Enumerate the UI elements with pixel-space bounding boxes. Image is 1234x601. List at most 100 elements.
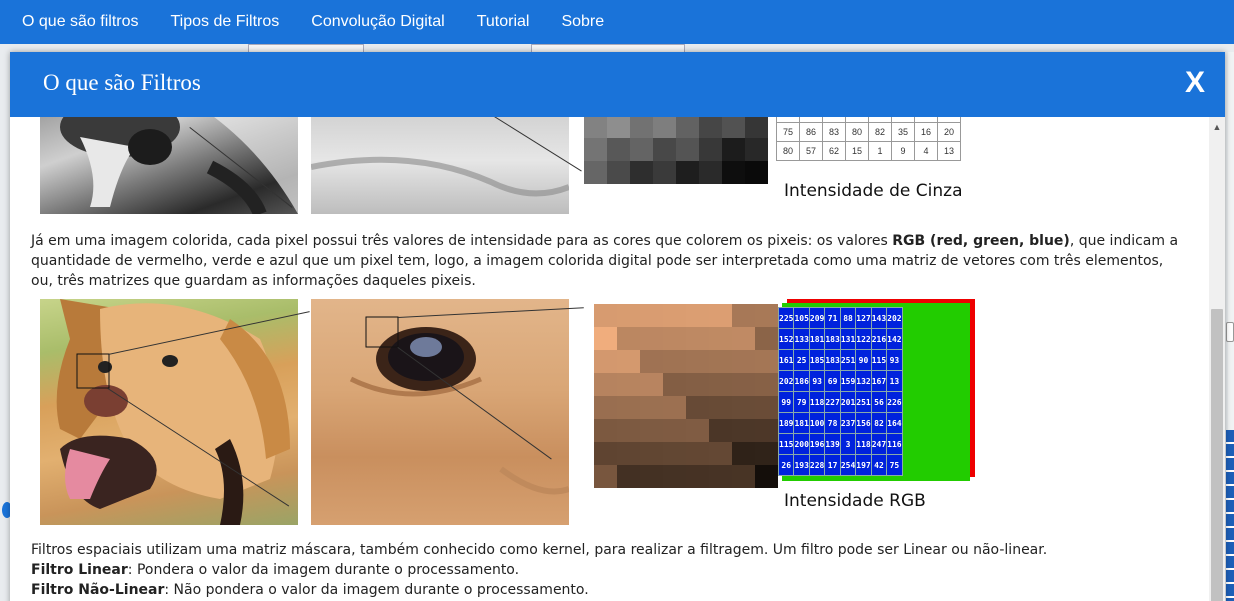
modal-scrollbar[interactable]: ▲ — [1209, 117, 1225, 601]
matrix-cell: 93 — [808, 370, 826, 392]
background-box — [248, 44, 364, 52]
matrix-cell: 202 — [777, 370, 795, 392]
color-paragraph-text: Já em uma imagem colorida, cada pixel po… — [31, 233, 893, 249]
mosaic-pixel — [617, 373, 640, 396]
matrix-cell: 80 — [845, 122, 869, 142]
mosaic-pixel — [699, 138, 722, 161]
matrix-cell: 183 — [824, 328, 841, 350]
mosaic-pixel — [755, 327, 778, 350]
nav-item-tutorial[interactable]: Tutorial — [461, 0, 546, 44]
mosaic-pixel — [663, 350, 686, 373]
mosaic-pixel — [663, 465, 686, 488]
scroll-thumb[interactable] — [1211, 309, 1223, 601]
matrix-cell: 1 — [868, 141, 892, 161]
mosaic-pixel — [617, 304, 640, 327]
rgb-grid-row: 225 105 209 71 88 127 143 202 — [777, 307, 903, 329]
background-box — [531, 44, 685, 52]
mosaic-pixel — [686, 465, 709, 488]
matrix-cell: 133 — [793, 328, 810, 350]
matrix-cell: 122 — [855, 328, 872, 350]
nav-item-o-que-sao-filtros[interactable]: O que são filtros — [6, 0, 155, 44]
mosaic-pixel — [699, 161, 722, 184]
mosaic-pixel — [722, 117, 745, 138]
mosaic-pixel — [686, 396, 709, 419]
matrix-cell: 142 — [886, 328, 903, 350]
mosaic-pixel — [640, 327, 663, 350]
linear-filter-text: : Pondera o valor da imagem durante o pr… — [127, 562, 520, 578]
dog-grayscale-drawing — [60, 117, 298, 214]
nav-item-convolucao-digital[interactable]: Convolução Digital — [295, 0, 460, 44]
mosaic-pixel — [584, 117, 607, 138]
mosaic-pixel — [640, 373, 663, 396]
mosaic-pixel — [584, 161, 607, 184]
mosaic-pixel — [722, 138, 745, 161]
nav-item-tipos-de-filtros[interactable]: Tipos de Filtros — [155, 0, 296, 44]
mosaic-pixel — [653, 117, 676, 138]
grayscale-grid-row: 80 57 62 15 1 9 4 13 — [776, 141, 961, 161]
matrix-cell: 79 — [793, 391, 810, 413]
matrix-cell: 251 — [839, 349, 857, 371]
matrix-cell: 202 — [886, 307, 903, 329]
matrix-cell: 237 — [839, 412, 857, 434]
mosaic-pixel — [755, 442, 778, 465]
mosaic-pixel — [709, 442, 732, 465]
matrix-cell: 186 — [793, 370, 810, 392]
dog-color-photo — [40, 299, 298, 525]
mosaic-pixel — [755, 396, 778, 419]
matrix-cell: 159 — [839, 370, 857, 392]
mosaic-pixel — [755, 350, 778, 373]
dog-color-drawing — [56, 299, 290, 525]
matrix-cell: 181 — [793, 412, 810, 434]
matrix-cell: 17 — [824, 454, 841, 476]
scroll-up-arrow-icon[interactable]: ▲ — [1209, 119, 1225, 135]
grayscale-figure: 9088746963826142758683808235162080576215… — [40, 117, 967, 214]
matrix-cell: 105 — [793, 307, 810, 329]
mosaic-pixel — [709, 373, 732, 396]
mosaic-pixel — [745, 138, 768, 161]
matrix-cell: 115 — [777, 433, 795, 455]
close-button[interactable]: X — [1185, 66, 1205, 100]
mosaic-pixel — [653, 161, 676, 184]
mosaic-pixel — [732, 396, 755, 419]
matrix-cell: 75 — [886, 454, 903, 476]
matrix-cell: 132 — [855, 370, 872, 392]
rgb-mosaic — [594, 304, 778, 488]
mosaic-pixel — [607, 117, 630, 138]
mosaic-pixel — [663, 304, 686, 327]
top-nav: O que são filtros Tipos de Filtros Convo… — [0, 0, 1234, 44]
mosaic-pixel — [686, 350, 709, 373]
mosaic-pixel — [663, 419, 686, 442]
filters-paragraph: Filtros espaciais utilizam uma matriz má… — [31, 540, 1181, 600]
mosaic-pixel — [617, 350, 640, 373]
nonlinear-filter-line: Filtro Não-Linear: Não pondera o valor d… — [31, 580, 1181, 600]
mosaic-pixel — [755, 373, 778, 396]
matrix-cell: 127 — [855, 307, 872, 329]
dog-grayscale-photo — [40, 117, 298, 214]
modal-header: O que são Filtros X — [10, 52, 1225, 117]
matrix-cell: 227 — [824, 391, 841, 413]
mosaic-pixel — [630, 138, 653, 161]
matrix-cell: 100 — [808, 412, 826, 434]
matrix-cell: 88 — [839, 307, 857, 329]
mosaic-pixel — [676, 161, 699, 184]
mosaic-pixel — [617, 327, 640, 350]
mosaic-pixel — [722, 161, 745, 184]
nonlinear-filter-label: Filtro Não-Linear — [31, 582, 165, 598]
mosaic-pixel — [594, 396, 617, 419]
matrix-cell: 228 — [808, 454, 826, 476]
matrix-cell: 185 — [808, 349, 826, 371]
mosaic-pixel — [709, 350, 732, 373]
mosaic-pixel — [686, 327, 709, 350]
nav-item-sobre[interactable]: Sobre — [545, 0, 620, 44]
matrix-cell: 75 — [776, 122, 800, 142]
matrix-cell: 115 — [870, 349, 888, 371]
matrix-cell: 251 — [855, 391, 872, 413]
matrix-cell: 20 — [937, 122, 961, 142]
background-scroll-tab — [1226, 322, 1234, 342]
matrix-cell: 209 — [808, 307, 826, 329]
color-image-paragraph: Já em uma imagem colorida, cada pixel po… — [31, 231, 1181, 291]
rgb-grid-row: 99 79 118 227 201 251 56 226 — [777, 391, 903, 413]
mosaic-pixel — [732, 465, 755, 488]
mosaic-pixel — [640, 304, 663, 327]
mosaic-pixel — [663, 373, 686, 396]
